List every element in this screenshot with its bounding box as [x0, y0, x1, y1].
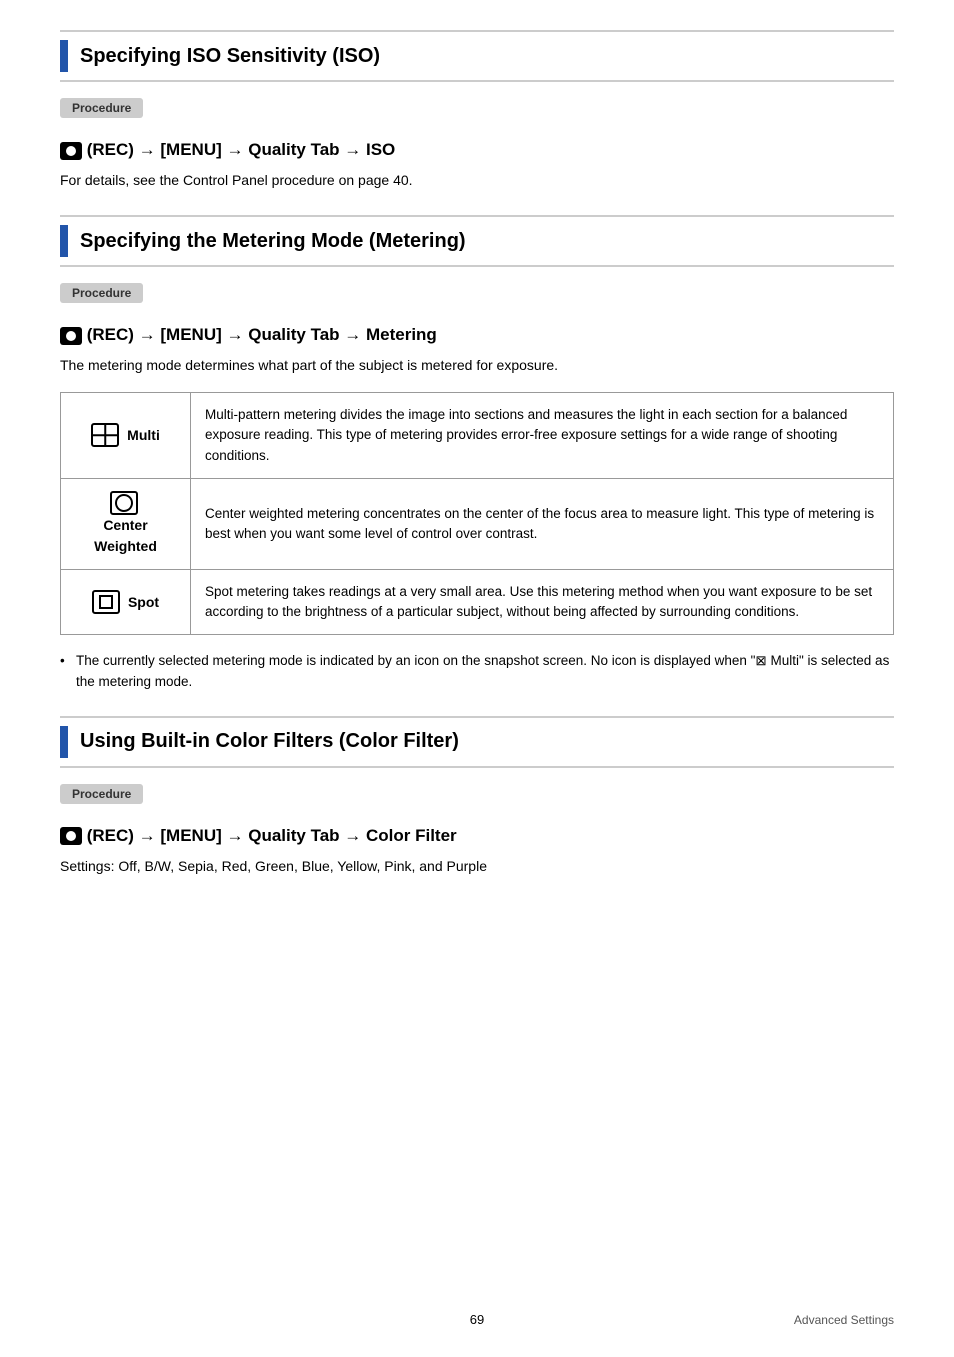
- metering-procedure-block: Procedure: [60, 283, 894, 313]
- center-label-row: [75, 491, 176, 515]
- center-mode-cell: Center Weighted: [61, 478, 191, 569]
- color-filter-nav-path: (REC) → [MENU] → Quality Tab → Color Fil…: [60, 826, 894, 846]
- iso-camera-icon: [60, 142, 82, 160]
- spot-mode-cell: Spot: [61, 569, 191, 635]
- center-label: Center Weighted: [75, 515, 176, 557]
- iso-description: For details, see the Control Panel proce…: [60, 170, 894, 191]
- iso-section: Specifying ISO Sensitivity (ISO) Procedu…: [60, 30, 894, 191]
- table-row: Center Weighted Center weighted metering…: [61, 478, 894, 569]
- spot-description-cell: Spot metering takes readings at a very s…: [191, 569, 894, 635]
- multi-mode-cell: Multi: [61, 393, 191, 479]
- metering-heading: Specifying the Metering Mode (Metering): [60, 215, 894, 267]
- metering-camera-icon: [60, 327, 82, 345]
- table-row: Multi Multi-pattern metering divides the…: [61, 393, 894, 479]
- iso-heading: Specifying ISO Sensitivity (ISO): [60, 30, 894, 82]
- multi-description: Multi-pattern metering divides the image…: [205, 407, 847, 463]
- metering-procedure-badge: Procedure: [60, 283, 143, 303]
- multi-label: Multi: [127, 425, 160, 446]
- iso-heading-text: Specifying ISO Sensitivity (ISO): [80, 45, 380, 68]
- color-filter-camera-icon: [60, 827, 82, 845]
- iso-procedure-badge: Procedure: [60, 98, 143, 118]
- metering-note: The currently selected metering mode is …: [60, 651, 894, 692]
- center-description: Center weighted metering concentrates on…: [205, 506, 874, 541]
- metering-heading-bar: [60, 225, 68, 257]
- center-icon: [110, 491, 138, 515]
- color-filter-section: Using Built-in Color Filters (Color Filt…: [60, 716, 894, 877]
- center-description-cell: Center weighted metering concentrates on…: [191, 478, 894, 569]
- color-filter-nav-text: (REC) → [MENU] → Quality Tab → Color Fil…: [87, 826, 457, 845]
- metering-nav-text: (REC) → [MENU] → Quality Tab → Metering: [87, 325, 437, 344]
- color-filter-procedure-badge: Procedure: [60, 784, 143, 804]
- table-row: Spot Spot metering takes readings at a v…: [61, 569, 894, 635]
- color-filter-procedure-block: Procedure: [60, 784, 894, 814]
- metering-nav-path: (REC) → [MENU] → Quality Tab → Metering: [60, 325, 894, 345]
- spot-label: Spot: [128, 592, 159, 613]
- page-footer: 69 Advanced Settings: [0, 1312, 954, 1327]
- iso-procedure-block: Procedure: [60, 98, 894, 128]
- color-filter-heading: Using Built-in Color Filters (Color Filt…: [60, 716, 894, 768]
- color-filter-heading-bar: [60, 726, 68, 758]
- spot-description: Spot metering takes readings at a very s…: [205, 584, 872, 619]
- spot-label-row: Spot: [75, 590, 176, 614]
- multi-label-row: Multi: [75, 423, 176, 447]
- multi-icon: [91, 423, 119, 447]
- metering-section: Specifying the Metering Mode (Metering) …: [60, 215, 894, 692]
- spot-icon: [92, 590, 120, 614]
- page-content: Specifying ISO Sensitivity (ISO) Procedu…: [0, 0, 954, 961]
- metering-modes-table: Multi Multi-pattern metering divides the…: [60, 392, 894, 635]
- iso-heading-bar: [60, 40, 68, 72]
- page-number: 69: [470, 1312, 484, 1327]
- color-filter-description: Settings: Off, B/W, Sepia, Red, Green, B…: [60, 856, 894, 877]
- multi-description-cell: Multi-pattern metering divides the image…: [191, 393, 894, 479]
- metering-heading-text: Specifying the Metering Mode (Metering): [80, 230, 466, 253]
- iso-nav-text: (REC) → [MENU] → Quality Tab → ISO: [87, 140, 396, 159]
- iso-nav-path: (REC) → [MENU] → Quality Tab → ISO: [60, 140, 894, 160]
- color-filter-heading-text: Using Built-in Color Filters (Color Filt…: [80, 730, 459, 753]
- metering-description: The metering mode determines what part o…: [60, 355, 894, 376]
- footer-label: Advanced Settings: [794, 1313, 894, 1327]
